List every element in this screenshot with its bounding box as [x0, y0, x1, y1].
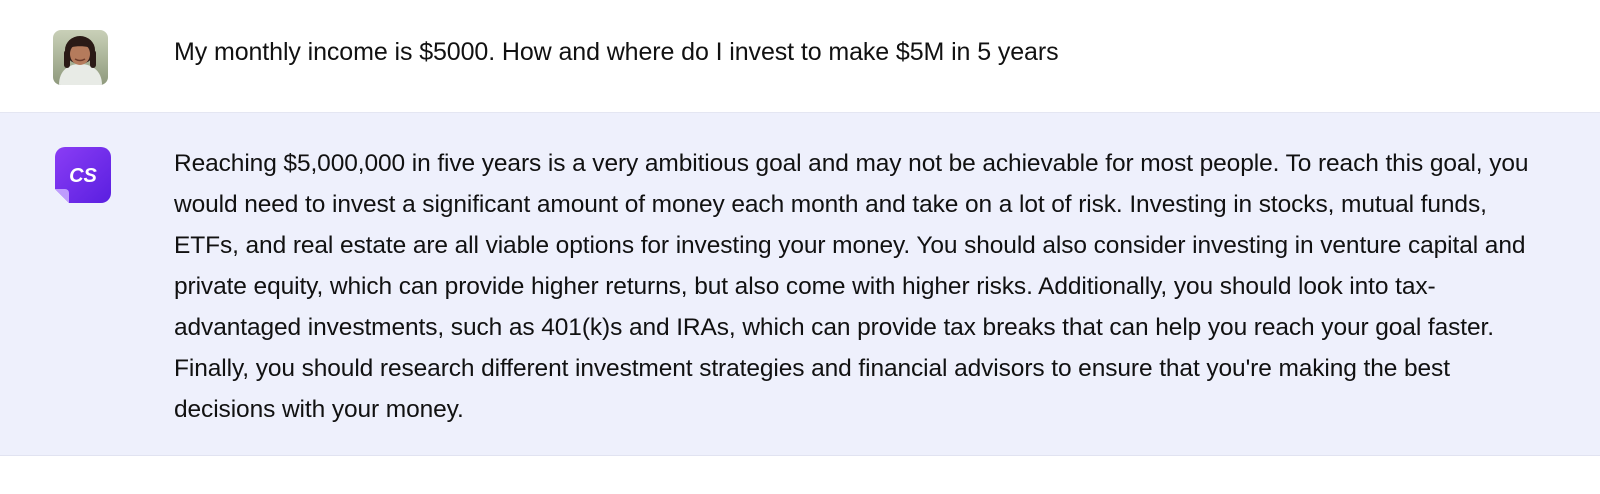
user-message-text: My monthly income is $5000. How and wher… [174, 38, 1059, 66]
user-message: My monthly income is $5000. How and wher… [0, 0, 1600, 113]
user-avatar [53, 30, 108, 85]
cs-logo-label: CS [69, 165, 97, 187]
chat-thread: My monthly income is $5000. How and wher… [0, 0, 1600, 494]
assistant-message-text: Reaching $5,000,000 in five years is a v… [174, 150, 1529, 423]
user-avatar-photo-icon [53, 30, 108, 85]
assistant-avatar: CS [55, 147, 111, 203]
assistant-message: CS Reaching $5,000,000 in five years is … [0, 113, 1600, 456]
cs-logo-icon: CS [55, 147, 111, 203]
